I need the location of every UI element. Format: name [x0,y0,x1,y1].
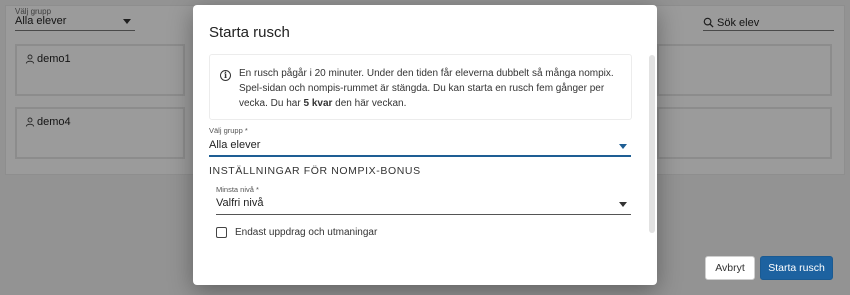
checkbox-label: Endast uppdrag och utmaningar [235,227,378,238]
chevron-down-icon [619,144,627,149]
group-field-value: Alla elever [209,139,261,151]
cancel-button[interactable]: Avbryt [705,256,755,280]
start-rush-button[interactable]: Starta rusch [760,256,833,280]
start-rush-dialog: Starta rusch i En rusch pågår i 20 minut… [193,5,833,285]
level-field-value: Valfri nivå [216,197,264,209]
group-field-label: Välj grupp * [209,126,248,135]
section-heading: INSTÄLLNINGAR FÖR NOMPIX-BONUS [209,165,421,177]
dialog-scrollbar[interactable] [649,55,655,233]
level-field-label: Minsta nivå * [216,185,259,194]
info-icon: i [220,70,231,81]
rush-remaining: 5 kvar [303,98,333,109]
checkbox[interactable] [216,227,227,238]
group-field[interactable]: Alla elever [209,139,631,157]
checkbox-row[interactable]: Endast uppdrag och utmaningar [216,227,377,238]
info-text-end: den här veckan. [332,98,407,109]
chevron-down-icon [619,202,627,207]
info-text: En rusch pågår i 20 minuter. Under den t… [239,66,629,111]
dialog-title: Starta rusch [209,24,290,41]
info-box: i En rusch pågår i 20 minuter. Under den… [209,54,632,120]
info-text-start: En rusch pågår i 20 minuter. Under den t… [239,68,614,109]
level-field[interactable]: Valfri nivå [216,197,631,215]
